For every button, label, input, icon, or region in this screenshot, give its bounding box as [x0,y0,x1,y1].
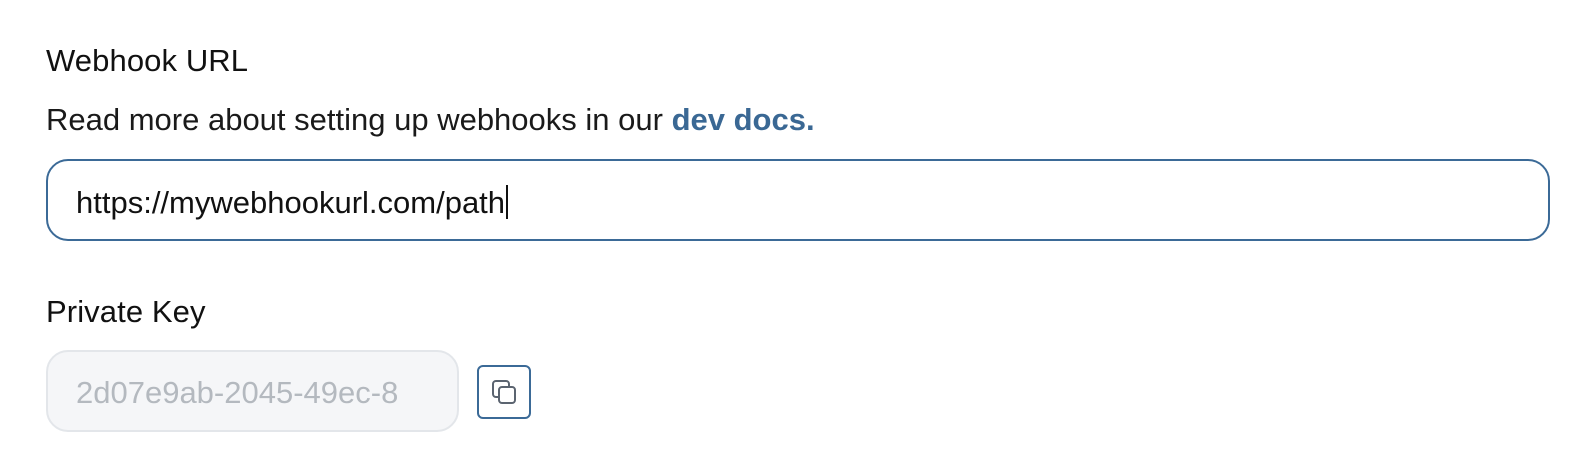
private-key-title: Private Key [46,294,206,329]
webhook-url-value-wrap[interactable]: https://mywebhookurl.com/path [76,185,509,220]
dev-docs-link[interactable]: dev docs. [672,102,815,137]
copy-icon [489,377,519,407]
private-key-value: 2d07e9ab-2045-49ec-8 [76,377,399,408]
copy-key-button[interactable] [477,365,531,419]
webhook-url-title: Webhook URL [46,43,249,78]
webhook-helper-prefix: Read more about setting up webhooks in o… [46,102,672,137]
webhook-url-value[interactable]: https://mywebhookurl.com/path [76,185,505,220]
text-caret [506,185,509,219]
webhook-url-input[interactable]: https://mywebhookurl.com/path [46,159,1550,241]
webhook-helper-text: Read more about setting up webhooks in o… [46,104,815,135]
private-key-input[interactable]: 2d07e9ab-2045-49ec-8 [46,350,459,432]
